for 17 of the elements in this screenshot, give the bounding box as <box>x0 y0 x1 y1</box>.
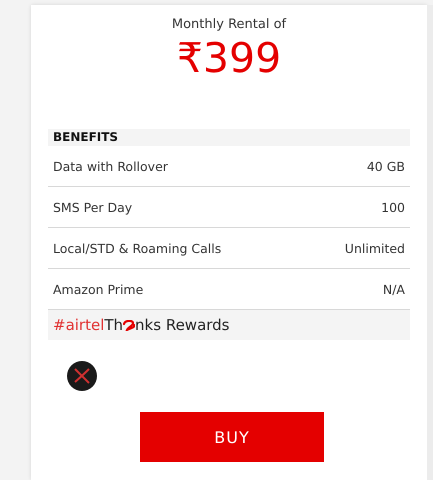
buy-button[interactable]: BUY <box>140 412 324 462</box>
price: ₹399 <box>176 34 282 82</box>
benefit-value: 100 <box>381 200 405 214</box>
x-logo-icon <box>67 361 97 391</box>
benefit-name: Data with Rollover <box>53 158 168 174</box>
rental-label: Monthly Rental of <box>172 17 286 32</box>
benefit-name: Amazon Prime <box>53 282 144 296</box>
airtel-logo-icon <box>123 320 136 330</box>
rewards-text-end: nks Rewards <box>135 316 230 334</box>
benefit-name: Local/STD & Roaming Calls <box>53 240 222 256</box>
hashtag: #airtel <box>53 316 104 334</box>
benefit-value: 40 GB <box>366 158 405 174</box>
rewards-text-start: Th <box>104 316 124 334</box>
benefits-heading: BENEFITS <box>48 129 410 146</box>
benefit-value: N/A <box>382 282 405 296</box>
benefit-value: Unlimited <box>344 240 405 256</box>
benefit-name: SMS Per Day <box>53 200 132 214</box>
